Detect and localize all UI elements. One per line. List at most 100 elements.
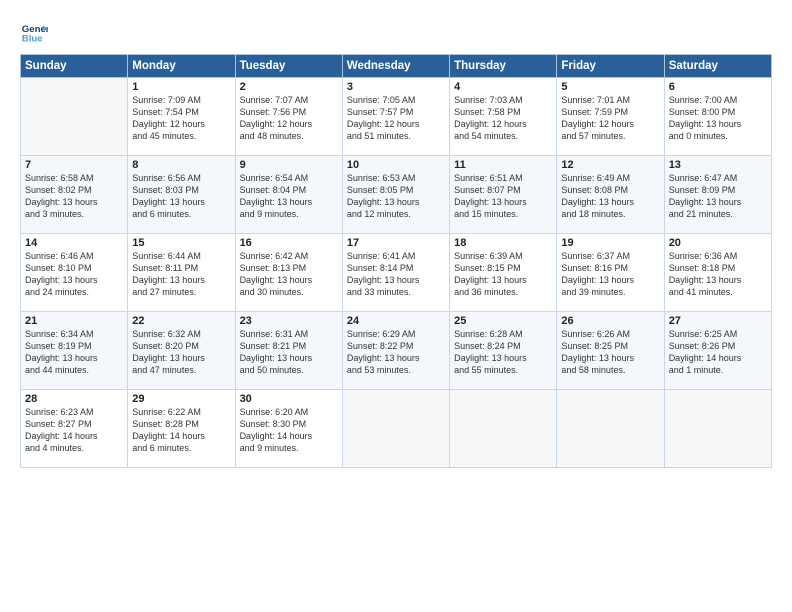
calendar-cell: 17Sunrise: 6:41 AM Sunset: 8:14 PM Dayli…	[342, 234, 449, 312]
calendar-cell: 21Sunrise: 6:34 AM Sunset: 8:19 PM Dayli…	[21, 312, 128, 390]
calendar-cell	[557, 390, 664, 468]
cell-text: Sunrise: 6:34 AM Sunset: 8:19 PM Dayligh…	[25, 328, 123, 377]
header-row: SundayMondayTuesdayWednesdayThursdayFrid…	[21, 55, 772, 78]
cell-text: Sunrise: 7:09 AM Sunset: 7:54 PM Dayligh…	[132, 94, 230, 143]
calendar-cell: 13Sunrise: 6:47 AM Sunset: 8:09 PM Dayli…	[664, 156, 771, 234]
cell-text: Sunrise: 6:51 AM Sunset: 8:07 PM Dayligh…	[454, 172, 552, 221]
calendar-cell	[450, 390, 557, 468]
cell-text: Sunrise: 6:31 AM Sunset: 8:21 PM Dayligh…	[240, 328, 338, 377]
cell-text: Sunrise: 7:07 AM Sunset: 7:56 PM Dayligh…	[240, 94, 338, 143]
day-number: 28	[25, 393, 123, 405]
calendar-cell: 24Sunrise: 6:29 AM Sunset: 8:22 PM Dayli…	[342, 312, 449, 390]
calendar-cell	[664, 390, 771, 468]
calendar-cell: 11Sunrise: 6:51 AM Sunset: 8:07 PM Dayli…	[450, 156, 557, 234]
week-row-1: 7Sunrise: 6:58 AM Sunset: 8:02 PM Daylig…	[21, 156, 772, 234]
calendar-cell: 12Sunrise: 6:49 AM Sunset: 8:08 PM Dayli…	[557, 156, 664, 234]
calendar-cell: 8Sunrise: 6:56 AM Sunset: 8:03 PM Daylig…	[128, 156, 235, 234]
calendar-cell: 26Sunrise: 6:26 AM Sunset: 8:25 PM Dayli…	[557, 312, 664, 390]
cell-text: Sunrise: 7:03 AM Sunset: 7:58 PM Dayligh…	[454, 94, 552, 143]
header-day-saturday: Saturday	[664, 55, 771, 78]
cell-text: Sunrise: 6:29 AM Sunset: 8:22 PM Dayligh…	[347, 328, 445, 377]
calendar-cell: 4Sunrise: 7:03 AM Sunset: 7:58 PM Daylig…	[450, 78, 557, 156]
header-day-monday: Monday	[128, 55, 235, 78]
day-number: 3	[347, 81, 445, 93]
calendar-cell: 7Sunrise: 6:58 AM Sunset: 8:02 PM Daylig…	[21, 156, 128, 234]
calendar-cell: 18Sunrise: 6:39 AM Sunset: 8:15 PM Dayli…	[450, 234, 557, 312]
calendar-cell	[21, 78, 128, 156]
calendar-cell: 20Sunrise: 6:36 AM Sunset: 8:18 PM Dayli…	[664, 234, 771, 312]
calendar-cell: 3Sunrise: 7:05 AM Sunset: 7:57 PM Daylig…	[342, 78, 449, 156]
logo-icon: General Blue	[20, 18, 48, 46]
calendar-cell: 5Sunrise: 7:01 AM Sunset: 7:59 PM Daylig…	[557, 78, 664, 156]
week-row-0: 1Sunrise: 7:09 AM Sunset: 7:54 PM Daylig…	[21, 78, 772, 156]
calendar-table: SundayMondayTuesdayWednesdayThursdayFrid…	[20, 54, 772, 468]
calendar-cell: 30Sunrise: 6:20 AM Sunset: 8:30 PM Dayli…	[235, 390, 342, 468]
cell-text: Sunrise: 6:42 AM Sunset: 8:13 PM Dayligh…	[240, 250, 338, 299]
day-number: 23	[240, 315, 338, 327]
day-number: 7	[25, 159, 123, 171]
day-number: 11	[454, 159, 552, 171]
cell-text: Sunrise: 6:39 AM Sunset: 8:15 PM Dayligh…	[454, 250, 552, 299]
day-number: 21	[25, 315, 123, 327]
day-number: 20	[669, 237, 767, 249]
day-number: 2	[240, 81, 338, 93]
cell-text: Sunrise: 6:53 AM Sunset: 8:05 PM Dayligh…	[347, 172, 445, 221]
day-number: 25	[454, 315, 552, 327]
header-area: General Blue	[20, 18, 772, 46]
day-number: 9	[240, 159, 338, 171]
calendar-cell: 16Sunrise: 6:42 AM Sunset: 8:13 PM Dayli…	[235, 234, 342, 312]
cell-text: Sunrise: 6:23 AM Sunset: 8:27 PM Dayligh…	[25, 406, 123, 455]
cell-text: Sunrise: 6:36 AM Sunset: 8:18 PM Dayligh…	[669, 250, 767, 299]
calendar-cell: 23Sunrise: 6:31 AM Sunset: 8:21 PM Dayli…	[235, 312, 342, 390]
cell-text: Sunrise: 6:37 AM Sunset: 8:16 PM Dayligh…	[561, 250, 659, 299]
cell-text: Sunrise: 6:41 AM Sunset: 8:14 PM Dayligh…	[347, 250, 445, 299]
day-number: 26	[561, 315, 659, 327]
day-number: 19	[561, 237, 659, 249]
week-row-3: 21Sunrise: 6:34 AM Sunset: 8:19 PM Dayli…	[21, 312, 772, 390]
week-row-4: 28Sunrise: 6:23 AM Sunset: 8:27 PM Dayli…	[21, 390, 772, 468]
week-row-2: 14Sunrise: 6:46 AM Sunset: 8:10 PM Dayli…	[21, 234, 772, 312]
day-number: 18	[454, 237, 552, 249]
day-number: 13	[669, 159, 767, 171]
day-number: 14	[25, 237, 123, 249]
calendar-cell: 22Sunrise: 6:32 AM Sunset: 8:20 PM Dayli…	[128, 312, 235, 390]
cell-text: Sunrise: 7:01 AM Sunset: 7:59 PM Dayligh…	[561, 94, 659, 143]
cell-text: Sunrise: 6:25 AM Sunset: 8:26 PM Dayligh…	[669, 328, 767, 377]
cell-text: Sunrise: 6:22 AM Sunset: 8:28 PM Dayligh…	[132, 406, 230, 455]
calendar-cell: 1Sunrise: 7:09 AM Sunset: 7:54 PM Daylig…	[128, 78, 235, 156]
cell-text: Sunrise: 7:00 AM Sunset: 8:00 PM Dayligh…	[669, 94, 767, 143]
calendar-cell: 25Sunrise: 6:28 AM Sunset: 8:24 PM Dayli…	[450, 312, 557, 390]
header-day-thursday: Thursday	[450, 55, 557, 78]
svg-text:Blue: Blue	[22, 34, 43, 45]
day-number: 12	[561, 159, 659, 171]
day-number: 29	[132, 393, 230, 405]
calendar-cell: 27Sunrise: 6:25 AM Sunset: 8:26 PM Dayli…	[664, 312, 771, 390]
header-day-tuesday: Tuesday	[235, 55, 342, 78]
calendar-cell: 14Sunrise: 6:46 AM Sunset: 8:10 PM Dayli…	[21, 234, 128, 312]
day-number: 6	[669, 81, 767, 93]
cell-text: Sunrise: 6:56 AM Sunset: 8:03 PM Dayligh…	[132, 172, 230, 221]
cell-text: Sunrise: 6:20 AM Sunset: 8:30 PM Dayligh…	[240, 406, 338, 455]
calendar-cell: 10Sunrise: 6:53 AM Sunset: 8:05 PM Dayli…	[342, 156, 449, 234]
calendar-cell	[342, 390, 449, 468]
day-number: 30	[240, 393, 338, 405]
cell-text: Sunrise: 7:05 AM Sunset: 7:57 PM Dayligh…	[347, 94, 445, 143]
calendar-cell: 6Sunrise: 7:00 AM Sunset: 8:00 PM Daylig…	[664, 78, 771, 156]
logo: General Blue	[20, 18, 52, 46]
cell-text: Sunrise: 6:28 AM Sunset: 8:24 PM Dayligh…	[454, 328, 552, 377]
day-number: 17	[347, 237, 445, 249]
cell-text: Sunrise: 6:47 AM Sunset: 8:09 PM Dayligh…	[669, 172, 767, 221]
calendar-cell: 28Sunrise: 6:23 AM Sunset: 8:27 PM Dayli…	[21, 390, 128, 468]
day-number: 27	[669, 315, 767, 327]
day-number: 8	[132, 159, 230, 171]
header-day-friday: Friday	[557, 55, 664, 78]
day-number: 24	[347, 315, 445, 327]
day-number: 16	[240, 237, 338, 249]
day-number: 22	[132, 315, 230, 327]
day-number: 10	[347, 159, 445, 171]
header-day-wednesday: Wednesday	[342, 55, 449, 78]
page: General Blue SundayMondayTuesdayWednesda…	[0, 0, 792, 612]
cell-text: Sunrise: 6:49 AM Sunset: 8:08 PM Dayligh…	[561, 172, 659, 221]
calendar-cell: 15Sunrise: 6:44 AM Sunset: 8:11 PM Dayli…	[128, 234, 235, 312]
cell-text: Sunrise: 6:54 AM Sunset: 8:04 PM Dayligh…	[240, 172, 338, 221]
